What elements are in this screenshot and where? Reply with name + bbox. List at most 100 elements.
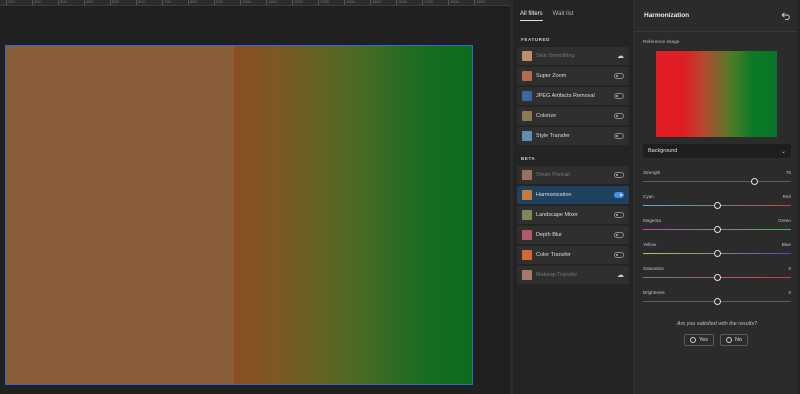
- strength-label: Strength: [643, 170, 661, 175]
- filter-item-color-transfer[interactable]: Color Transfer: [517, 246, 629, 264]
- filter-label: Color Transfer: [536, 252, 571, 258]
- ruler-number: 800: [190, 0, 197, 4]
- strength-slider[interactable]: Strength 75: [643, 170, 791, 185]
- saturation-handle[interactable]: [713, 274, 721, 281]
- filter-item-skin-smoothing[interactable]: Skin Smoothing ☁: [517, 47, 629, 65]
- magenta-green-handle[interactable]: [713, 226, 721, 233]
- image-background-region: [6, 46, 234, 384]
- yellow-blue-labels: Yellow Blue: [643, 242, 791, 247]
- magenta-green-slider[interactable]: Magenta Green: [643, 218, 791, 233]
- color-transfer-thumbnail-icon: [522, 250, 532, 260]
- cyan-red-handle[interactable]: [713, 202, 721, 209]
- ruler-number: 1200: [294, 0, 303, 4]
- feedback-buttons: Yes No: [684, 334, 749, 346]
- reference-select[interactable]: Background ⌄: [643, 144, 791, 158]
- panel-header: Harmonization: [634, 0, 800, 32]
- cyan-red-labels: Cyan Red: [643, 194, 791, 199]
- landscape-mixer-toggle[interactable]: [614, 212, 624, 218]
- strength-handle[interactable]: [750, 178, 758, 185]
- skin-smoothing-thumbnail-icon: [522, 51, 532, 61]
- filter-item-jpeg-artifacts-removal[interactable]: JPEG Artifacts Removal: [517, 87, 629, 105]
- image-foreground-region: [234, 46, 472, 384]
- strength-track[interactable]: [643, 181, 791, 182]
- canvas-area[interactable]: [0, 6, 510, 394]
- style-transfer-toggle[interactable]: [614, 133, 624, 139]
- ruler-number: 400: [86, 0, 93, 4]
- yellow-blue-label: Yellow: [643, 242, 657, 247]
- smart-portrait-thumbnail-icon: [522, 170, 532, 180]
- depth-blur-thumbnail-icon: [522, 230, 532, 240]
- cloud-download-icon[interactable]: ☁: [617, 53, 624, 60]
- filter-item-landscape-mixer[interactable]: Landscape Mixer: [517, 206, 629, 224]
- app-root: 100 200 300 400 500 600 700 800 900 1000 1100 1200 1…: [0, 0, 800, 394]
- filter-label: Skin Smoothing: [536, 53, 575, 59]
- filter-item-super-zoom[interactable]: Super Zoom: [517, 67, 629, 85]
- tab-all-filters[interactable]: All filters: [520, 11, 543, 21]
- document-image[interactable]: [5, 45, 473, 385]
- ruler-number: 1800: [450, 0, 459, 4]
- brightness-handle[interactable]: [713, 298, 721, 305]
- landscape-mixer-thumbnail-icon: [522, 210, 532, 220]
- filter-label: Harmonization: [536, 192, 572, 198]
- no-button[interactable]: No: [719, 334, 749, 346]
- cloud-download-icon[interactable]: ☁: [617, 272, 624, 279]
- filters-column: All filters Wait list FEATURED Skin Smoo…: [513, 0, 633, 394]
- ruler-number: 1100: [268, 0, 277, 4]
- featured-heading: FEATURED: [521, 37, 550, 42]
- no-label: No: [734, 337, 743, 343]
- cyan-red-slider[interactable]: Cyan Red: [643, 194, 791, 209]
- filter-label: Style Transfer: [536, 133, 570, 139]
- filter-label: Colorize: [536, 113, 557, 119]
- yellow-blue-handle[interactable]: [713, 250, 721, 257]
- filter-item-smart-portrait[interactable]: Smart Portrait: [517, 166, 629, 184]
- super-zoom-toggle[interactable]: [614, 73, 624, 79]
- filter-item-makeup-transfer[interactable]: Makeup Transfer ☁: [517, 266, 629, 284]
- ruler-number: 900: [216, 0, 223, 4]
- filter-item-colorize[interactable]: Colorize: [517, 107, 629, 125]
- filter-label: JPEG Artifacts Removal: [536, 93, 595, 99]
- colorize-thumbnail-icon: [522, 111, 532, 121]
- ruler-number: 1400: [346, 0, 355, 4]
- magenta-green-label: Magenta: [643, 218, 661, 223]
- magenta-green-labels: Magenta Green: [643, 218, 791, 223]
- filter-label: Depth Blur: [536, 232, 562, 238]
- colorize-toggle[interactable]: [614, 113, 624, 119]
- filter-item-style-transfer[interactable]: Style Transfer: [517, 127, 629, 145]
- jpeg-artifacts-removal-thumbnail-icon: [522, 91, 532, 101]
- ruler-number: 1900: [476, 0, 485, 4]
- jpeg-artifacts-removal-toggle[interactable]: [614, 93, 624, 99]
- ruler-number: 1700: [424, 0, 433, 4]
- filter-item-harmonization[interactable]: Harmonization: [517, 186, 629, 204]
- saturation-slider[interactable]: Saturation 0: [643, 266, 791, 281]
- smart-portrait-toggle[interactable]: [614, 172, 624, 178]
- color-transfer-toggle[interactable]: [614, 252, 624, 258]
- strength-labels: Strength 75: [643, 170, 791, 175]
- cyan-red-value: Red: [782, 194, 791, 199]
- filter-item-depth-blur[interactable]: Depth Blur: [517, 226, 629, 244]
- reference-image[interactable]: [656, 51, 777, 137]
- yellow-blue-slider[interactable]: Yellow Blue: [643, 242, 791, 257]
- brightness-slider[interactable]: Brightness 0: [643, 290, 791, 305]
- tab-wait-list[interactable]: Wait list: [553, 11, 574, 21]
- super-zoom-thumbnail-icon: [522, 71, 532, 81]
- filter-label: Makeup Transfer: [536, 272, 578, 278]
- ruler-number: 700: [164, 0, 171, 4]
- reference-image-label: Reference image: [643, 40, 680, 45]
- harmonization-toggle[interactable]: [614, 192, 624, 198]
- filter-label: Landscape Mixer: [536, 212, 578, 218]
- ruler-number: 1500: [372, 0, 381, 4]
- reference-select-value: Background: [648, 148, 678, 154]
- filter-label: Smart Portrait: [536, 172, 570, 178]
- chevron-down-icon: ⌄: [780, 148, 786, 155]
- brightness-label: Brightness: [643, 290, 665, 295]
- depth-blur-toggle[interactable]: [614, 232, 624, 238]
- frown-icon: [725, 337, 732, 343]
- filter-settings-panel: Harmonization Reference image Background…: [634, 0, 800, 394]
- ruler-number: 200: [34, 0, 41, 4]
- saturation-labels: Saturation 0: [643, 266, 791, 271]
- makeup-transfer-thumbnail-icon: [522, 270, 532, 280]
- undo-icon[interactable]: [780, 11, 790, 21]
- yes-button[interactable]: Yes: [684, 334, 714, 346]
- filter-label: Super Zoom: [536, 73, 567, 79]
- ruler-number: 1600: [398, 0, 407, 4]
